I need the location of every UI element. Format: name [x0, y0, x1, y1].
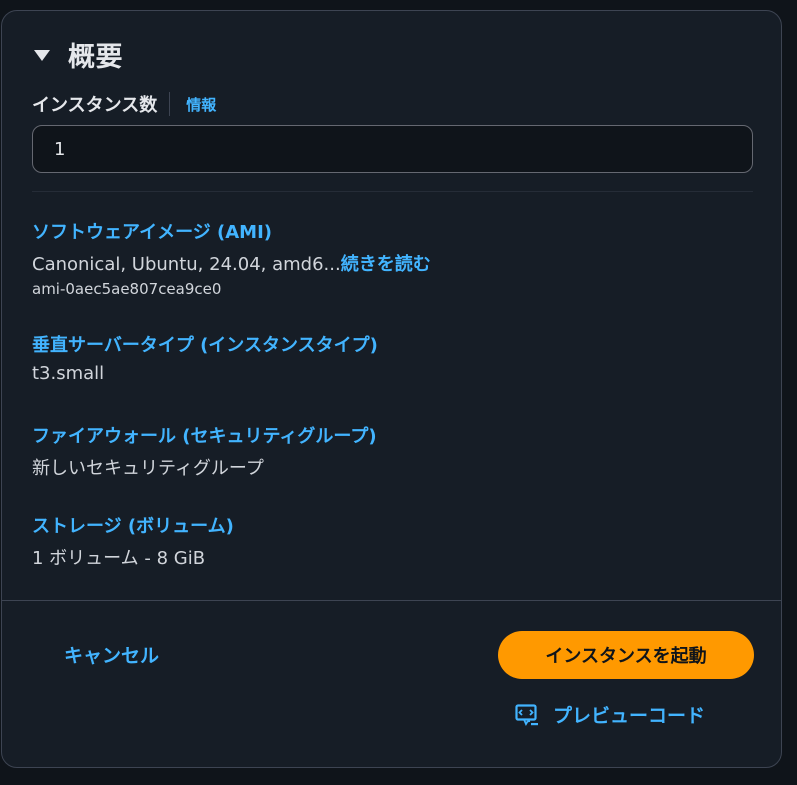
summary-header[interactable]: 概要	[34, 35, 123, 74]
ami-title-link[interactable]: ソフトウェアイメージ (AMI)	[32, 218, 431, 244]
storage-title-link[interactable]: ストレージ (ボリューム)	[32, 512, 234, 538]
preview-code-label: プレビューコード	[553, 705, 706, 727]
firewall-value: 新しいセキュリティグループ	[32, 458, 264, 479]
divider	[32, 191, 753, 192]
preview-code-link[interactable]: プレビューコード	[515, 701, 705, 728]
instance-count-label-row: インスタンス数 情報	[32, 91, 216, 117]
summary-panel: 概要 インスタンス数 情報 ソフトウェアイメージ (AMI) Canonical…	[1, 10, 782, 768]
footer-divider	[2, 600, 781, 601]
firewall-title-link[interactable]: ファイアウォール (セキュリティグループ)	[32, 422, 377, 448]
cancel-button[interactable]: キャンセル	[64, 641, 159, 668]
launch-instance-button[interactable]: インスタンスを起動	[498, 631, 754, 679]
caret-down-icon[interactable]	[34, 50, 50, 61]
ami-name: Canonical, Ubuntu, 24.04, amd6...	[32, 254, 341, 275]
summary-title: 概要	[68, 42, 123, 73]
label-separator	[169, 92, 171, 116]
storage-value: 1 ボリューム - 8 GiB	[32, 548, 206, 569]
ami-id: ami-0aec5ae807cea9ce0	[32, 280, 222, 298]
instance-type-value: t3.small	[32, 363, 105, 384]
ami-value: Canonical, Ubuntu, 24.04, amd6...続きを読む	[32, 250, 431, 276]
info-link[interactable]: 情報	[186, 94, 216, 115]
instance-count-label: インスタンス数	[32, 95, 158, 116]
instance-count-input[interactable]	[32, 125, 753, 173]
read-more-link[interactable]: 続きを読む	[341, 254, 431, 275]
instance-type-section: 垂直サーバータイプ (インスタンスタイプ) t3.small	[32, 331, 378, 384]
firewall-section: ファイアウォール (セキュリティグループ) 新しいセキュリティグループ	[32, 422, 377, 480]
code-preview-icon	[515, 703, 538, 726]
ami-section: ソフトウェアイメージ (AMI) Canonical, Ubuntu, 24.0…	[32, 218, 431, 298]
storage-section: ストレージ (ボリューム) 1 ボリューム - 8 GiB	[32, 512, 234, 570]
instance-type-title-link[interactable]: 垂直サーバータイプ (インスタンスタイプ)	[32, 331, 378, 357]
